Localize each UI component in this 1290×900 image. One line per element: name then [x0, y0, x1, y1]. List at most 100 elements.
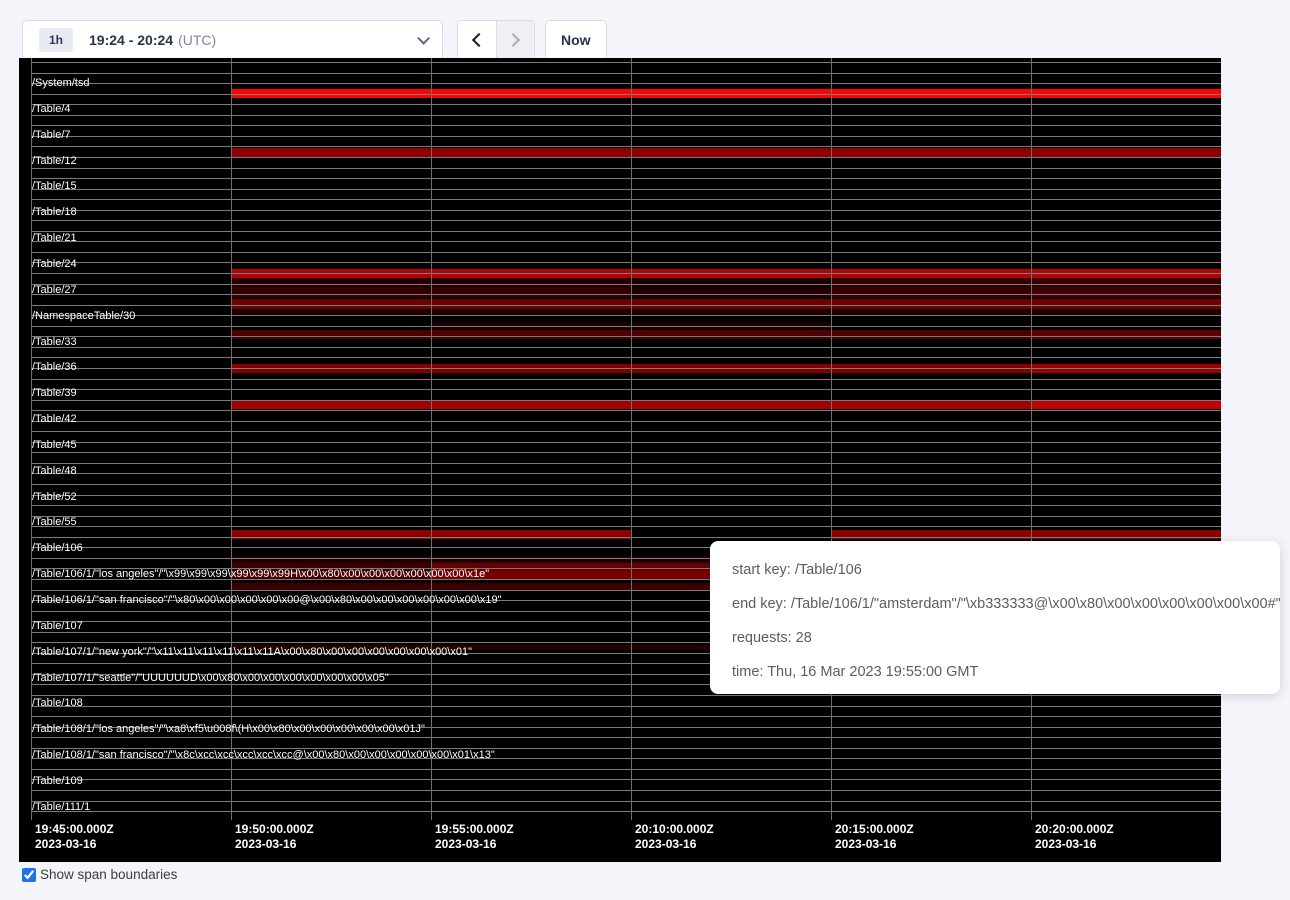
time-gridline [631, 58, 632, 820]
key-span-label: /Table/108/1/"san francisco"/"\x8c\xcc\x… [32, 749, 495, 761]
key-span-label: /Table/27 [32, 284, 77, 296]
span-boundary-line [31, 421, 1221, 422]
time-gridline [431, 58, 432, 820]
span-boundary-line [31, 273, 1221, 274]
chevron-left-icon [472, 33, 486, 47]
span-boundary-line [31, 326, 1221, 327]
span-boundary-line [31, 706, 1221, 707]
key-span-label: /Table/106/1/"san francisco"/"\x80\x00\x… [32, 594, 502, 606]
key-span-label: /Table/39 [32, 387, 77, 399]
span-boundary-line [31, 452, 1221, 453]
heatmap-hot-band[interactable] [1031, 278, 1221, 287]
span-boundary-line [31, 241, 1221, 242]
key-span-label: /Table/48 [32, 465, 77, 477]
heatmap-hot-band[interactable] [831, 278, 1031, 287]
span-boundary-line [31, 262, 1221, 263]
key-span-label: /Table/107/1/"new york"/"\x11\x11\x11\x1… [32, 646, 472, 658]
key-span-label: /Table/7 [32, 129, 71, 141]
time-nav-group [457, 20, 535, 60]
span-boundary-line [31, 368, 1221, 369]
chevron-right-icon [506, 33, 520, 47]
span-boundary-line [31, 442, 1221, 443]
key-span-label: /Table/52 [32, 491, 77, 503]
span-boundary-line [31, 62, 1221, 63]
span-boundary-line [31, 294, 1221, 295]
key-span-label: /Table/107 [32, 620, 83, 632]
span-boundary-line [31, 146, 1221, 147]
span-boundary-line [31, 790, 1221, 791]
heatmap-hot-band[interactable] [231, 148, 1221, 157]
span-boundary-line [31, 199, 1221, 200]
span-boundary-line [31, 189, 1221, 190]
span-boundary-line [31, 495, 1221, 496]
heatmap-hot-band[interactable] [1031, 330, 1221, 339]
tick-time: 20:10:00.000Z [635, 822, 714, 837]
key-span-label: /Table/15 [32, 180, 77, 192]
tick-date: 2023-03-16 [635, 837, 714, 852]
key-span-label: /Table/106 [32, 542, 83, 554]
span-boundary-line [31, 231, 1221, 232]
key-span-label: /Table/21 [32, 232, 77, 244]
tooltip-start-key: start key: /Table/106 [732, 560, 1268, 580]
span-boundary-line [31, 389, 1221, 390]
span-boundary-line [31, 178, 1221, 179]
span-boundary-line [31, 695, 1221, 696]
key-span-label: /Table/55 [32, 516, 77, 528]
span-boundary-line [31, 484, 1221, 485]
tick-time: 19:45:00.000Z [35, 822, 114, 837]
key-span-label: /Table/36 [32, 361, 77, 373]
time-range-select[interactable]: 1h 19:24 - 20:24 (UTC) [22, 20, 443, 60]
footer-controls: Show span boundaries [22, 867, 177, 882]
span-boundary-line [31, 410, 1221, 411]
time-range-timezone: (UTC) [178, 32, 216, 48]
time-gridline [231, 58, 232, 820]
heatmap-hot-band[interactable] [831, 287, 1031, 298]
key-span-label: /System/tsd [32, 77, 89, 89]
key-visualizer-page: { "toolbar": { "range_badge": "1h", "ran… [0, 0, 1290, 900]
key-span-label: /Table/108 [32, 697, 83, 709]
span-boundary-line [31, 379, 1221, 380]
time-axis-tick: 19:55:00.000Z2023-03-16 [435, 822, 514, 852]
span-boundary-line [31, 104, 1221, 105]
prev-range-button[interactable] [458, 21, 496, 59]
span-boundary-line [31, 537, 1221, 538]
span-boundary-line [31, 769, 1221, 770]
span-boundary-line [31, 516, 1221, 517]
span-boundary-line [31, 210, 1221, 211]
tick-date: 2023-03-16 [835, 837, 914, 852]
key-visualizer-heatmap[interactable]: /System/tsd/Table/4/Table/7/Table/12/Tab… [19, 58, 1221, 862]
heatmap-hot-band[interactable] [631, 278, 831, 287]
time-axis-tick: 20:20:00.000Z2023-03-16 [1035, 822, 1114, 852]
time-axis-tick: 19:50:00.000Z2023-03-16 [235, 822, 314, 852]
span-boundary-line [31, 336, 1221, 337]
heatmap-hot-band[interactable] [1031, 400, 1221, 409]
span-boundary-line [31, 252, 1221, 253]
span-boundary-line [31, 220, 1221, 221]
span-boundary-line [31, 431, 1221, 432]
tick-time: 19:55:00.000Z [435, 822, 514, 837]
span-tooltip: start key: /Table/106 end key: /Table/10… [710, 541, 1280, 694]
time-axis-tick: 20:15:00.000Z2023-03-16 [835, 822, 914, 852]
show-span-boundaries-checkbox[interactable] [22, 868, 36, 882]
time-axis-tick: 20:10:00.000Z2023-03-16 [635, 822, 714, 852]
heatmap-hot-band[interactable] [1031, 287, 1221, 298]
show-span-boundaries-label[interactable]: Show span boundaries [40, 867, 177, 882]
span-boundary-line [31, 505, 1221, 506]
tick-time: 19:50:00.000Z [235, 822, 314, 837]
span-boundary-line [31, 125, 1221, 126]
tick-time: 20:15:00.000Z [835, 822, 914, 837]
span-boundary-line [31, 473, 1221, 474]
next-range-button-disabled[interactable] [496, 21, 535, 59]
heatmap-hot-band[interactable] [631, 287, 831, 298]
key-span-label: /Table/24 [32, 258, 77, 270]
now-button[interactable]: Now [545, 20, 607, 60]
span-boundary-line [31, 716, 1221, 717]
key-span-label: /Table/12 [32, 155, 77, 167]
tick-time: 20:20:00.000Z [1035, 822, 1114, 837]
key-span-label: /NamespaceTable/30 [32, 310, 135, 322]
tooltip-requests: requests: 28 [732, 628, 1268, 648]
key-span-label: /Table/111/1 [32, 801, 90, 813]
span-boundary-line [31, 83, 1221, 84]
span-boundary-line [31, 136, 1221, 137]
key-span-label: /Table/106/1/"los angeles"/"\x99\x99\x99… [32, 568, 489, 580]
